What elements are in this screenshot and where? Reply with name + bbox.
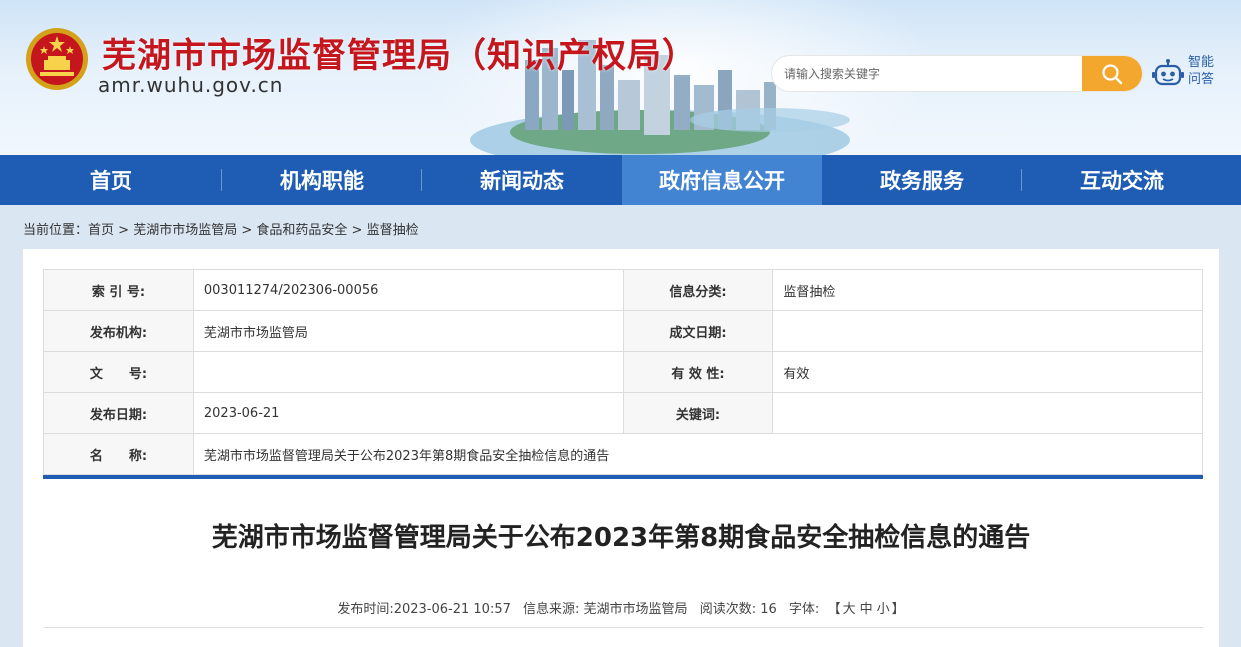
table-row: 发布日期: 2023-06-21 关键词:	[43, 392, 1203, 434]
main-nav: 首页 机构职能 新闻动态 政府信息公开 政务服务 互动交流	[0, 155, 1241, 205]
publisher-label: 发布机构:	[43, 310, 194, 352]
written-date-value	[772, 310, 1203, 352]
search-button[interactable]	[1082, 56, 1142, 91]
font-small-button[interactable]: 小	[877, 602, 890, 617]
table-row: 名 称: 芜湖市市场监督管理局关于公布2023年第8期食品安全抽检信息的通告	[43, 433, 1204, 475]
category-value: 监督抽检	[772, 269, 1203, 311]
nav-item-interaction[interactable]: 互动交流	[1022, 155, 1222, 205]
table-row: 发布机构: 芜湖市市场监管局 成文日期:	[43, 310, 1203, 352]
font-large-button[interactable]: 大	[843, 602, 856, 617]
nav-item-services[interactable]: 政务服务	[822, 155, 1022, 205]
robot-assistant-icon[interactable]	[1152, 58, 1184, 90]
table-row: 索 引 号: 003011274/202306-00056 信息分类: 监督抽检	[43, 269, 1203, 311]
article-title: 芜湖市市场监督管理局关于公布2023年第8期食品安全抽检信息的通告	[211, 523, 1031, 553]
publisher-value: 芜湖市市场监管局	[192, 310, 624, 352]
table-row: 文 号: 有 效 性: 有效	[43, 351, 1203, 393]
breadcrumb-prefix: 当前位置：	[23, 223, 89, 238]
keywords-value	[772, 392, 1203, 434]
info-source: 芜湖市市场监管局	[583, 602, 688, 617]
nav-item-news[interactable]: 新闻动态	[422, 155, 622, 205]
site-header: 芜湖市市场监督管理局（知识产权局） amr.wuhu.gov.cn 智能问答	[0, 0, 1241, 155]
font-size-control: 字体: 【大中小】	[788, 602, 905, 617]
written-date-label: 成文日期:	[622, 310, 774, 352]
article-meta: 发布时间:2023-06-21 10:57 信息来源: 芜湖市市场监管局 阅读次…	[337, 602, 905, 617]
validity-value: 有效	[772, 351, 1203, 393]
smart-qa-link[interactable]: 智能问答	[1188, 54, 1222, 88]
index-no-label: 索 引 号:	[43, 269, 194, 311]
name-value: 芜湖市市场监督管理局关于公布2023年第8期食品安全抽检信息的通告	[192, 433, 1204, 475]
publish-date-label: 发布日期:	[43, 392, 194, 434]
breadcrumb-inspection[interactable]: 监督抽检	[367, 223, 419, 238]
view-count: 16	[760, 602, 777, 617]
breadcrumb-food-drug[interactable]: 食品和药品安全	[256, 223, 347, 238]
nav-item-functions[interactable]: 机构职能	[222, 155, 422, 205]
validity-label: 有 效 性:	[622, 351, 774, 393]
table-bottom-bar	[43, 475, 1203, 479]
breadcrumb: 当前位置：首页 > 芜湖市市场监管局 > 食品和药品安全 > 监督抽检	[23, 223, 419, 238]
site-domain: amr.wuhu.gov.cn	[98, 73, 284, 97]
name-label: 名 称:	[43, 433, 194, 475]
content-panel: 索 引 号: 003011274/202306-00056 信息分类: 监督抽检…	[23, 249, 1219, 647]
font-medium-button[interactable]: 中	[860, 602, 873, 617]
doc-no-label: 文 号:	[43, 351, 194, 393]
category-label: 信息分类:	[622, 269, 774, 311]
index-no-value: 003011274/202306-00056	[192, 269, 624, 311]
search-box	[771, 55, 1143, 92]
doc-no-value	[192, 351, 624, 393]
search-icon	[1102, 63, 1123, 84]
publish-time: 2023-06-21 10:57	[393, 602, 511, 617]
info-meta-table: 索 引 号: 003011274/202306-00056 信息分类: 监督抽检…	[43, 269, 1204, 475]
keywords-label: 关键词:	[622, 392, 774, 434]
divider	[43, 627, 1203, 628]
search-input[interactable]	[772, 56, 1084, 91]
publish-date-value: 2023-06-21	[192, 392, 624, 434]
breadcrumb-home[interactable]: 首页	[88, 223, 114, 238]
site-title[interactable]: 芜湖市市场监督管理局（知识产权局）	[102, 28, 697, 77]
nav-item-home[interactable]: 首页	[0, 155, 222, 205]
breadcrumb-bureau[interactable]: 芜湖市市场监管局	[133, 223, 237, 238]
national-emblem-icon	[26, 28, 88, 90]
nav-item-gov-info[interactable]: 政府信息公开	[622, 155, 822, 205]
